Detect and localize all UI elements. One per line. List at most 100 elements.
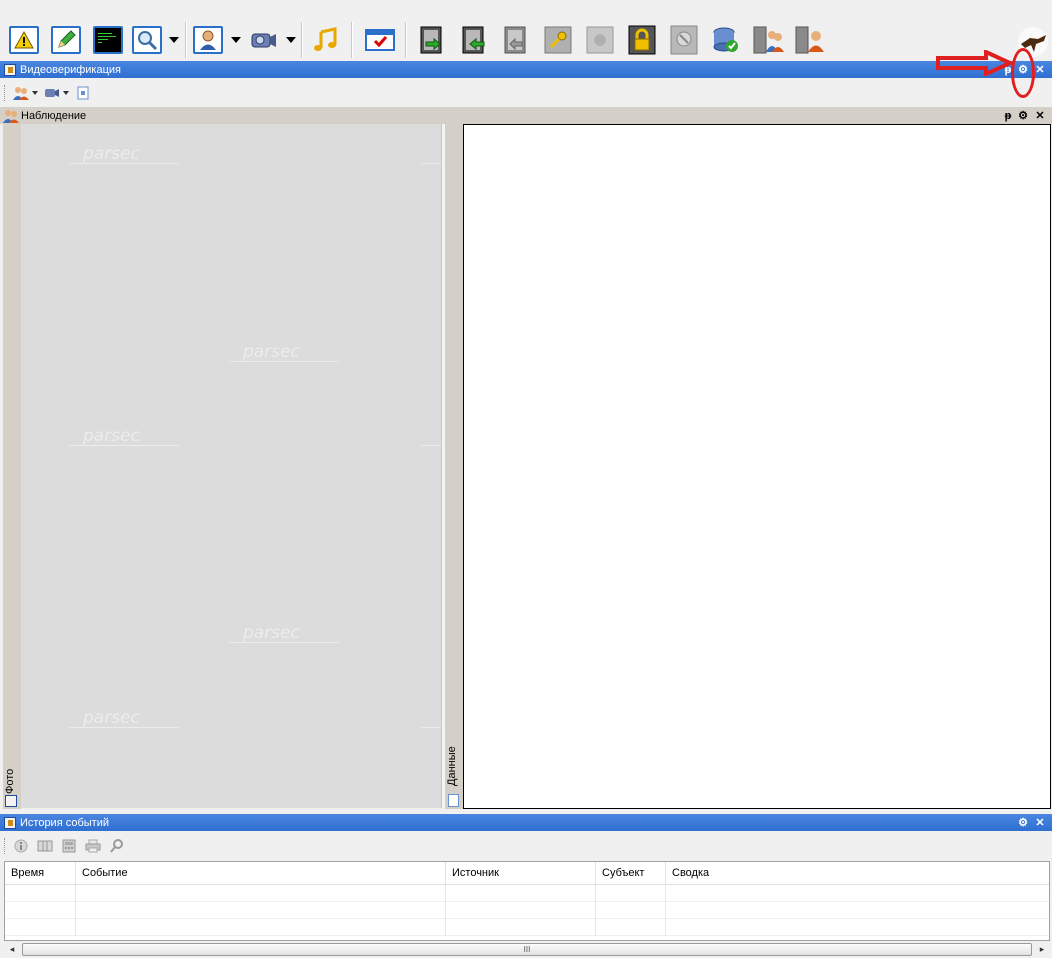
pin-icon[interactable]: ᵽ <box>1001 107 1015 124</box>
history-titlebar: История событий ⚙ ✕ <box>0 814 1052 831</box>
check-button[interactable] <box>364 24 396 56</box>
column-header-source[interactable]: Источник <box>446 862 596 885</box>
info-icon[interactable] <box>13 838 29 854</box>
grid-header: Время Событие Источник Субъект Сводка <box>5 862 1049 885</box>
video-panel-toolbar <box>0 81 1052 105</box>
key-button[interactable] <box>542 24 574 56</box>
close-icon[interactable]: ✕ <box>1033 61 1047 78</box>
door-open-button[interactable] <box>500 24 532 56</box>
users-dropdown-arrow[interactable] <box>32 91 38 95</box>
blocked-icon <box>586 26 614 54</box>
users-door-button[interactable] <box>752 24 784 56</box>
history-grid: Время Событие Источник Субъект Сводка <box>4 861 1050 941</box>
sound-button[interactable] <box>310 24 342 56</box>
door-enter-button[interactable] <box>416 24 448 56</box>
toolbar-separator <box>301 22 303 58</box>
history-toolbar <box>0 834 1052 858</box>
monitor-button[interactable] <box>92 24 124 56</box>
guard-button[interactable] <box>668 24 700 56</box>
columns-icon[interactable] <box>37 838 53 854</box>
terminal-icon <box>93 26 123 54</box>
search-dropdown-arrow[interactable] <box>169 37 179 43</box>
document-icon[interactable] <box>75 85 91 101</box>
camera-dropdown-arrow-small[interactable] <box>63 91 69 95</box>
watermark-line <box>421 445 441 446</box>
door-enter-icon <box>420 26 442 54</box>
gear-icon[interactable]: ⚙ <box>1016 814 1030 831</box>
column-header-time[interactable]: Время <box>5 862 76 885</box>
toolbar-grip[interactable] <box>4 85 7 101</box>
scroll-left-arrow[interactable]: ◂ <box>4 944 20 955</box>
photo-tab-label: Фото <box>4 768 16 794</box>
annotation-ellipse <box>1011 48 1035 98</box>
gear-icon[interactable]: ⚙ <box>1016 107 1030 124</box>
database-check-icon <box>713 27 738 52</box>
data-pane <box>463 124 1051 809</box>
table-row[interactable] <box>5 902 1049 919</box>
lock-icon <box>628 25 656 55</box>
music-note-icon <box>314 27 337 51</box>
checkbox-icon <box>365 29 395 51</box>
main-toolbar <box>0 0 1052 62</box>
calculator-icon[interactable] <box>61 838 77 854</box>
table-row[interactable] <box>5 919 1049 936</box>
person-icon <box>193 26 223 54</box>
door-open-icon <box>504 26 526 54</box>
watermark-text: parsec <box>83 426 140 446</box>
user-door-button[interactable] <box>794 24 826 56</box>
horizontal-scrollbar[interactable]: ◂ III ▸ <box>4 941 1050 958</box>
watermark-line <box>69 727 179 728</box>
watermark-line <box>69 163 179 164</box>
observation-titlebar: Наблюдение ᵽ ⚙ ✕ <box>0 107 1052 124</box>
watermark-text: parsec <box>243 623 300 643</box>
users-door-icon <box>753 26 784 54</box>
camera-button[interactable] <box>247 24 279 56</box>
scroll-thumb[interactable]: III <box>22 943 1032 956</box>
camera-dropdown-arrow[interactable] <box>286 37 296 43</box>
column-header-event[interactable]: Событие <box>76 862 446 885</box>
watermark-text: parsec <box>83 144 140 164</box>
panel-icon <box>4 63 16 76</box>
person-button[interactable] <box>192 24 224 56</box>
observation-users-icon <box>3 109 19 123</box>
video-panel-titlebar: Видеоверификация ᵽ ⚙ ✕ <box>0 61 1052 78</box>
data-tab-label: Данные <box>446 746 458 786</box>
watermark-text: parsec <box>243 342 300 362</box>
column-header-subject[interactable]: Субъект <box>596 862 666 885</box>
video-panel-title: Видеоверификация <box>20 63 122 76</box>
disabled-button[interactable] <box>584 24 616 56</box>
person-dropdown-arrow[interactable] <box>231 37 241 43</box>
watermark-line <box>229 361 339 362</box>
watermark-line <box>421 163 441 164</box>
data-tab-icon <box>448 794 459 807</box>
watermark-line <box>69 445 179 446</box>
watermark-line <box>421 727 441 728</box>
photo-tab[interactable]: Фото <box>3 124 21 809</box>
camera-small-icon[interactable] <box>44 85 60 101</box>
guard-icon <box>670 25 698 55</box>
column-header-summary[interactable]: Сводка <box>666 862 1049 885</box>
magnifier-icon <box>132 26 162 54</box>
toolbar-grip[interactable] <box>4 838 7 854</box>
toolbar-separator <box>351 22 353 58</box>
pencil-icon <box>51 26 81 54</box>
photo-pane: parsec parsec parsec parsec parsec <box>21 124 441 808</box>
annotation-arrow <box>936 50 1015 76</box>
alarm-button[interactable] <box>8 24 40 56</box>
door-exit-button[interactable] <box>458 24 490 56</box>
key-icon <box>544 26 572 54</box>
close-icon[interactable]: ✕ <box>1033 814 1047 831</box>
users-icon[interactable] <box>13 85 29 101</box>
find-icon[interactable] <box>109 838 125 854</box>
edit-button[interactable] <box>50 24 82 56</box>
panel-icon <box>4 816 16 829</box>
database-button[interactable] <box>710 24 742 56</box>
search-button[interactable] <box>131 24 163 56</box>
print-icon[interactable] <box>85 838 101 854</box>
lock-button[interactable] <box>626 24 658 56</box>
table-row[interactable] <box>5 885 1049 902</box>
close-icon[interactable]: ✕ <box>1033 107 1047 124</box>
data-tab[interactable]: Данные <box>445 124 463 809</box>
history-title: История событий <box>20 816 109 829</box>
scroll-right-arrow[interactable]: ▸ <box>1034 944 1050 955</box>
